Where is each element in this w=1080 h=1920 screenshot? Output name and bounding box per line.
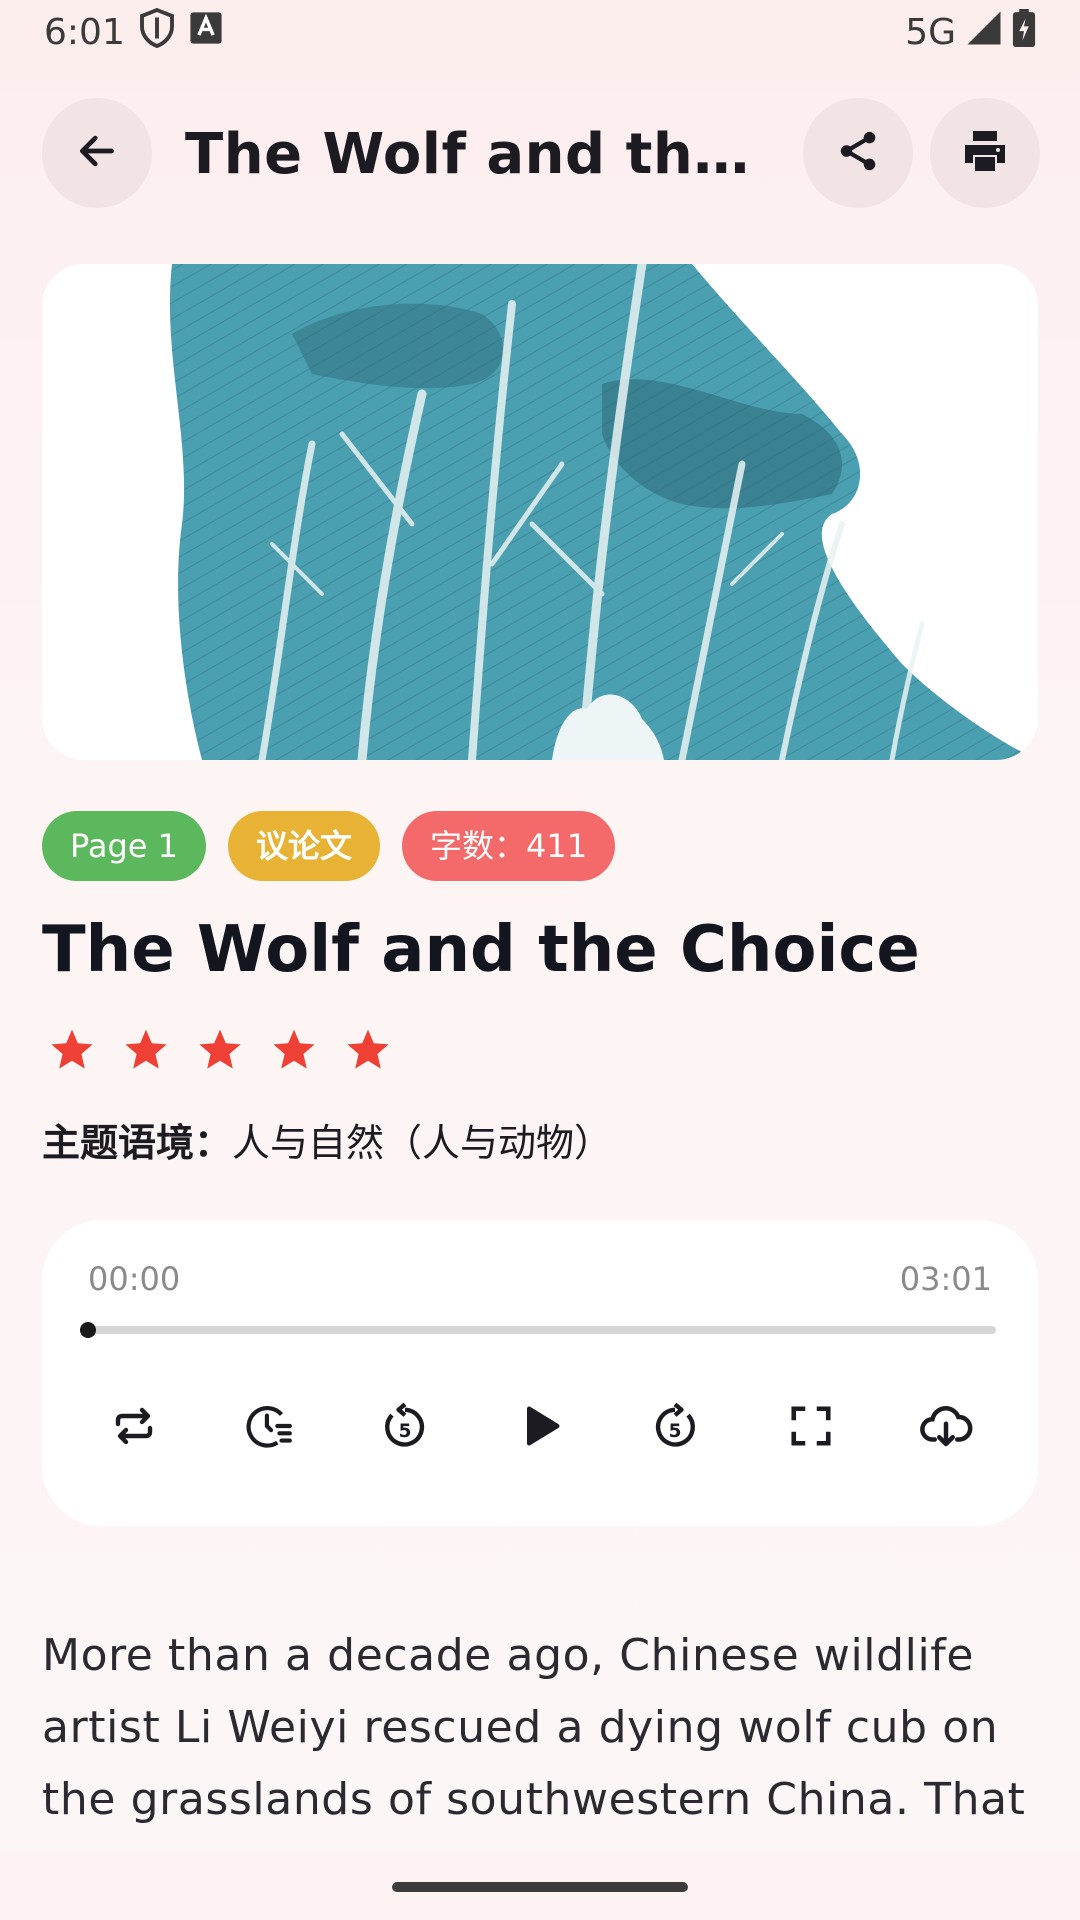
repeat-button[interactable] [86,1380,182,1476]
back-button[interactable] [42,98,152,208]
article-body: More than a decade ago, Chinese wildlife… [42,1630,1026,1850]
arrow-left-icon [75,129,119,177]
star-rating [48,1026,392,1074]
player-controls: 5 5 [68,1380,1012,1476]
signal-icon [966,10,1002,55]
theme-context: 主题语境：人与自然（人与动物） [42,1115,612,1171]
article-title: The Wolf and the Choice [42,913,920,987]
wolf-illustration [169,264,1038,760]
replay-5-button[interactable]: 5 [357,1380,453,1476]
forward-5-icon: 5 [649,1400,701,1456]
duration: 03:01 [899,1260,992,1298]
home-gesture-handle[interactable] [392,1882,688,1892]
battery-icon [1012,8,1036,56]
page-tag: Page 1 [42,811,206,881]
audio-player: 00:00 03:01 5 5 [42,1220,1038,1526]
play-button[interactable] [492,1380,588,1476]
star-icon [347,1029,389,1069]
tag-row: Page 1 议论文 字数：411 [42,811,616,881]
status-left: 6:01 [44,7,223,57]
share-button[interactable] [803,98,913,208]
star-icon [125,1029,167,1069]
star-icon [273,1029,315,1069]
theme-value: 人与自然（人与动物） [232,1121,613,1165]
screen: 6:01 5G The Wolf and the C⋯ [0,0,1080,1920]
current-time: 00:00 [88,1260,181,1298]
play-icon [514,1400,566,1456]
status-bar: 6:01 5G [0,0,1080,64]
fullscreen-button[interactable] [763,1380,859,1476]
svg-text:5: 5 [669,1421,682,1442]
sleep-timer-icon [244,1401,294,1455]
progress-knob[interactable] [80,1322,96,1338]
word-count-tag: 字数：411 [402,811,616,881]
star-icon [51,1029,93,1069]
repeat-icon [110,1402,158,1454]
forward-5-button[interactable]: 5 [627,1380,723,1476]
sleep-timer-button[interactable] [221,1380,317,1476]
shield-icon [139,7,175,57]
download-icon [919,1399,973,1457]
theme-label: 主题语境： [42,1121,233,1165]
replay-5-icon: 5 [379,1400,431,1456]
keyboard-app-icon [189,11,223,54]
navigation-bar [0,1852,1080,1920]
genre-tag: 议论文 [228,811,381,881]
status-right: 5G [905,8,1036,56]
network-label: 5G [905,11,956,53]
top-app-bar: The Wolf and the C⋯ [0,98,1080,210]
page-title: The Wolf and the C⋯ [185,122,760,187]
star-icon [199,1029,241,1069]
share-icon [835,128,881,178]
print-icon [961,127,1009,179]
print-button[interactable] [930,98,1040,208]
svg-text:5: 5 [398,1421,411,1442]
download-button[interactable] [898,1380,994,1476]
cover-illustration [42,264,1038,760]
fullscreen-icon [788,1403,834,1453]
progress-slider[interactable] [80,1322,996,1338]
status-time: 6:01 [44,11,125,53]
